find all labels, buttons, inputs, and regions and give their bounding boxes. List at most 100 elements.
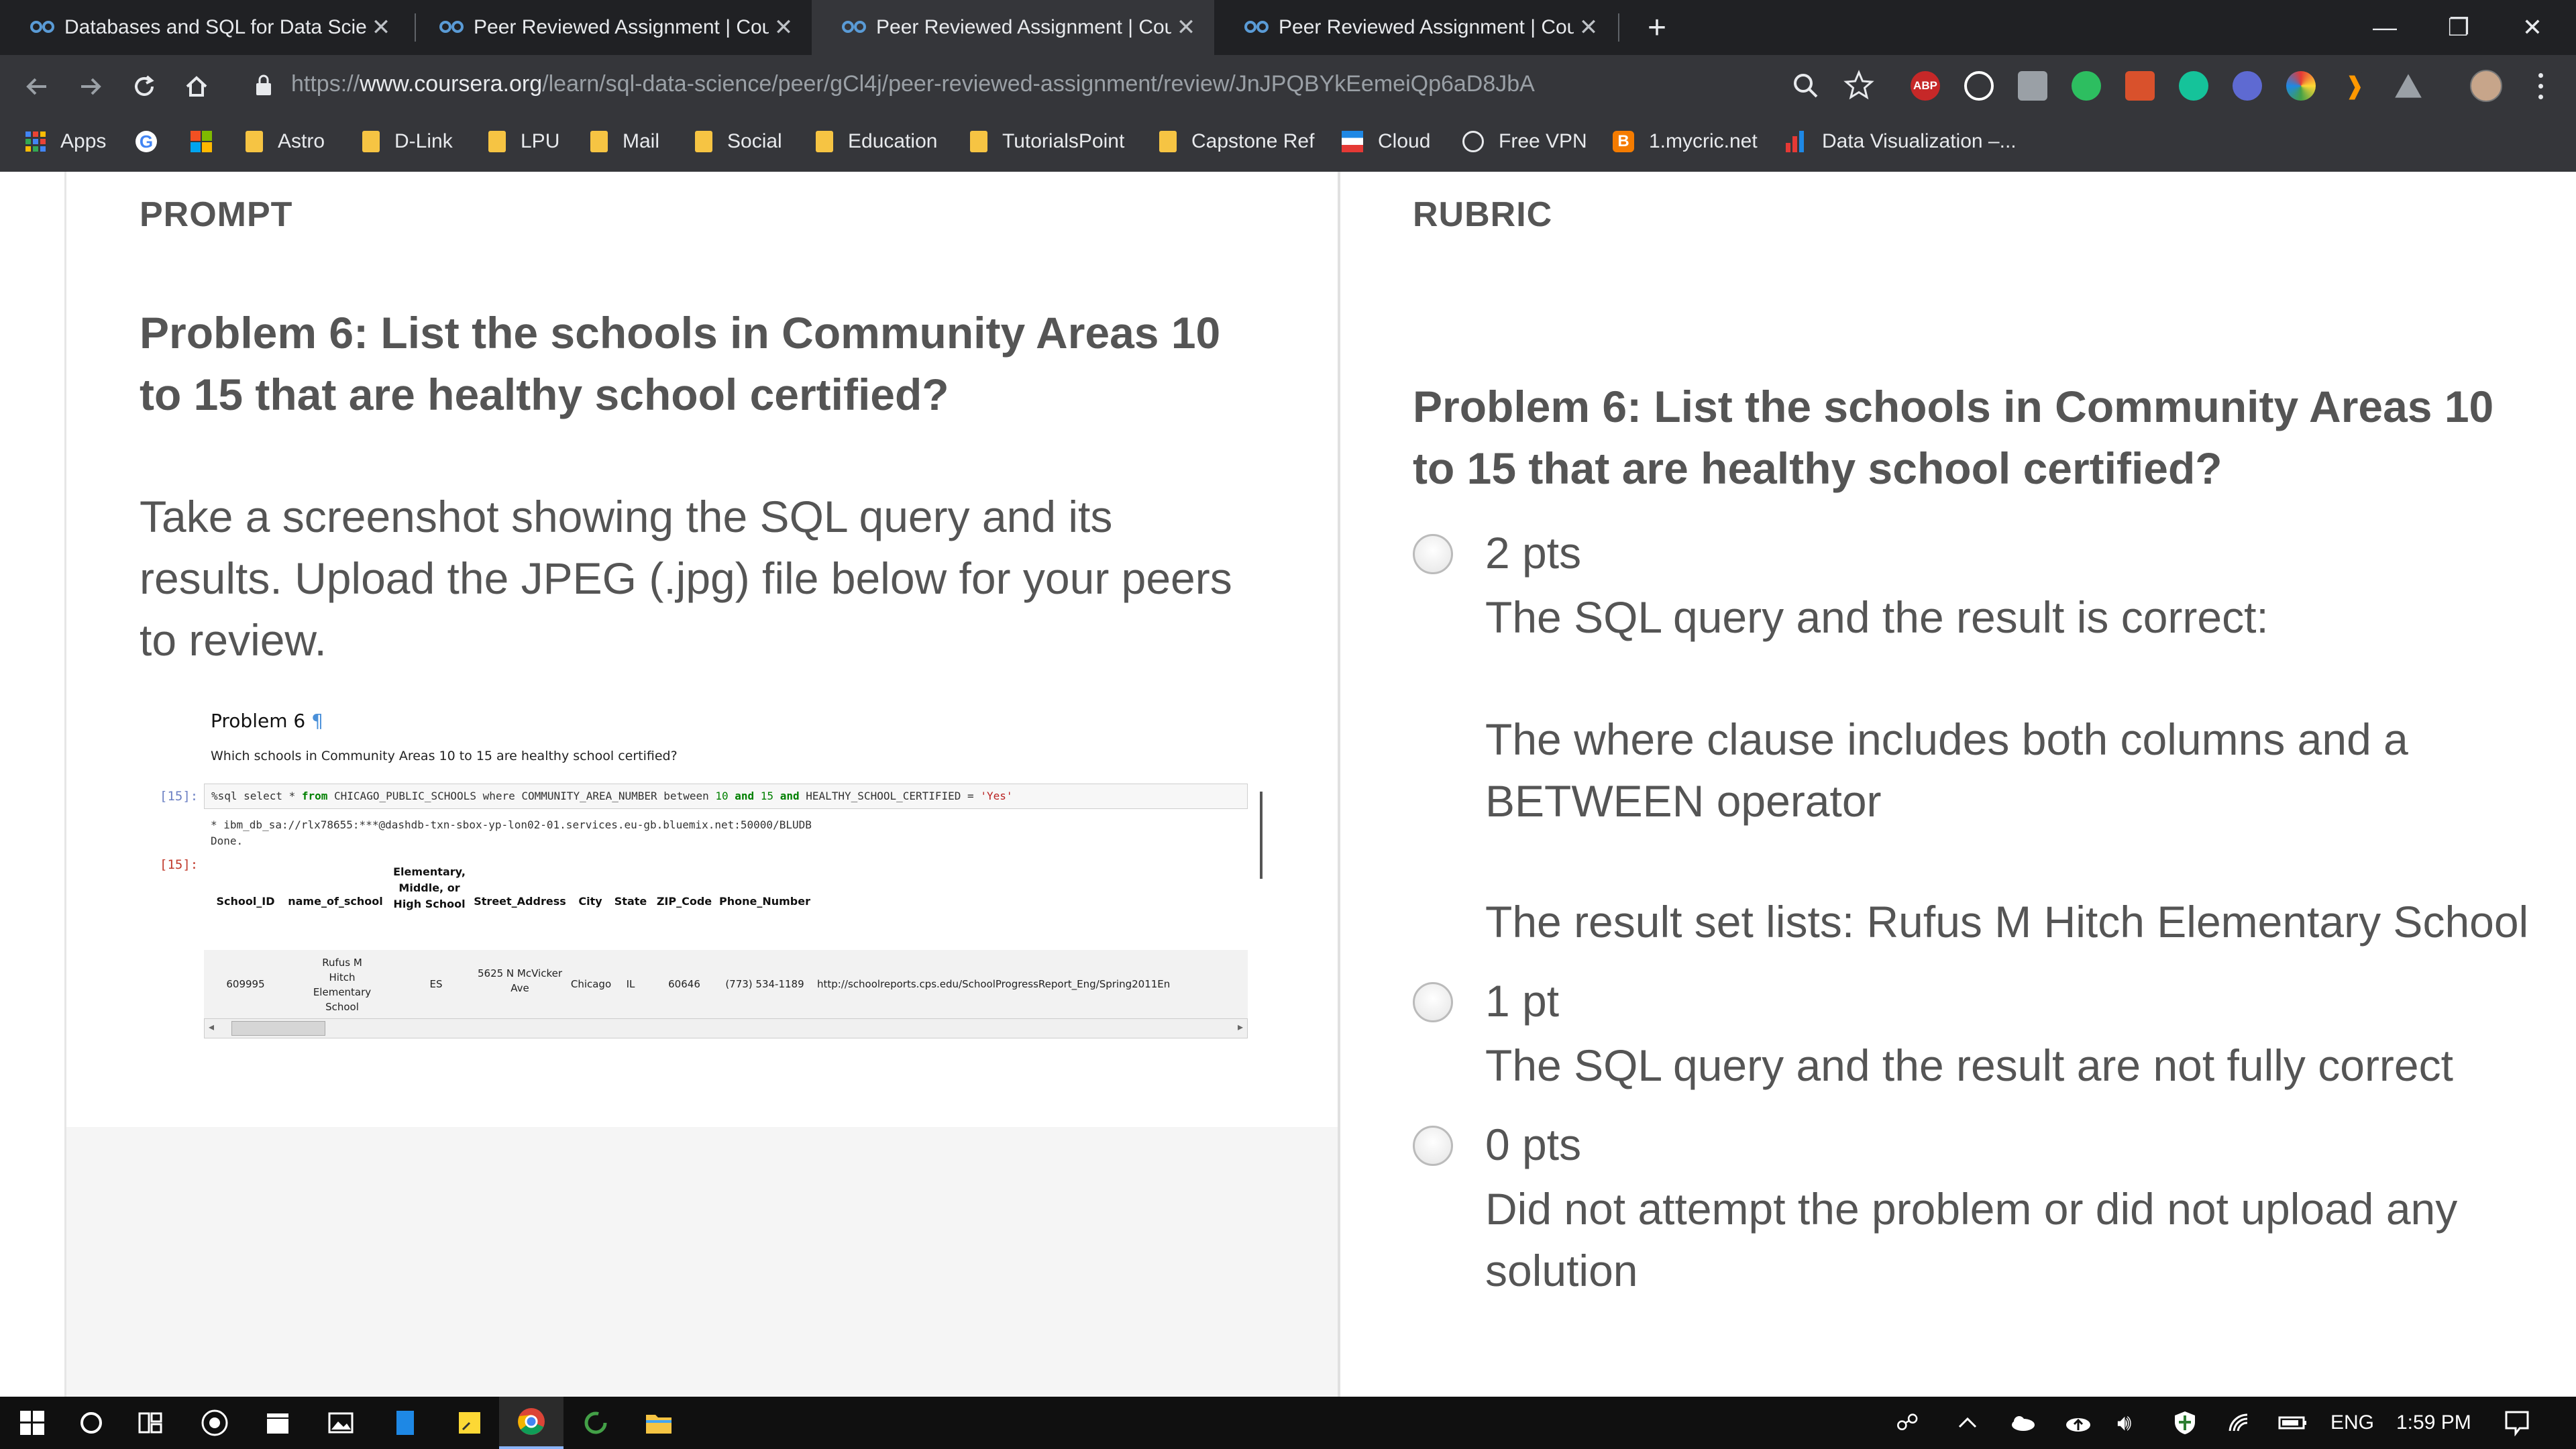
bookmark-microsoft[interactable] [191,125,227,158]
done-output: Done. [211,835,244,847]
taskbar-app-file[interactable] [373,1397,437,1449]
color-picker-icon[interactable] [2286,71,2316,101]
task-view-button[interactable] [118,1397,182,1449]
cell-city: Chicago [570,978,612,990]
coursera-icon [841,16,876,39]
download-extension-icon[interactable] [2233,71,2262,101]
search-button[interactable] [59,1397,123,1449]
column-header: State [614,895,647,908]
bookmark-star-icon[interactable] [1843,70,1874,104]
bookmark-mail[interactable]: Mail [590,125,659,158]
taskbar-app-chrome[interactable] [499,1397,564,1449]
close-icon[interactable]: ✕ [769,14,798,41]
tab-peer-review-3[interactable]: Peer Reviewed Assignment | Cou ✕ [1214,0,1617,55]
show-hidden-icons-chevron[interactable] [1957,1397,1978,1449]
bookmark-label: Mail [623,130,660,152]
taskbar-app-photos[interactable] [309,1397,373,1449]
taskbar-app-ring[interactable] [564,1397,628,1449]
close-icon[interactable]: ✕ [1171,14,1201,41]
cloud-upload-icon[interactable] [2065,1397,2092,1449]
bookmark-lpu[interactable]: LPU [488,125,559,158]
bookmark-tutorialspoint[interactable]: TutorialsPoint [970,125,1124,158]
adblock-icon[interactable]: ABP [1911,71,1940,101]
zoom-search-icon[interactable] [1791,71,1821,104]
windows-logo-icon [20,1411,44,1435]
bookmark-free-vpn[interactable]: Free VPN [1462,125,1587,158]
forward-button[interactable] [67,63,114,110]
blogger-icon: B [1613,131,1634,152]
speed-dial-icon[interactable] [1964,71,1994,101]
start-button[interactable] [0,1397,64,1449]
bookmark-cloud[interactable]: Cloud [1342,125,1430,158]
home-button[interactable] [173,63,220,110]
rubric-option-points: 0 pts [1485,1120,1582,1169]
rubric-heading-line: Problem 6: List the schools in Community… [1413,382,2494,431]
column-header: Elementary, Middle, or High School [393,865,466,910]
rubric-radio-0pts[interactable] [1413,1126,1453,1166]
prompt-heading-line: to 15 that are healthy school certified? [140,370,949,419]
flame-extension-icon[interactable]: ❱ [2340,71,2369,101]
close-icon[interactable]: ✕ [1574,14,1603,41]
rubric-radio-1pt[interactable] [1413,982,1453,1022]
rubric-description-line: BETWEEN operator [1485,776,1882,826]
globe-icon [1462,131,1484,152]
tab-peer-review-2[interactable]: Peer Reviewed Assignment | Cou ✕ [812,0,1214,55]
scrollbar-thumb [231,1021,325,1036]
people-icon[interactable]: ☍ [1896,1397,1919,1449]
rubric-description-line [1485,832,2528,891]
address-bar[interactable]: https://www.coursera.org/learn/sql-data-… [291,71,1535,97]
bookmark-apps[interactable]: Apps [25,125,106,158]
taskbar-app-clapper[interactable] [246,1397,310,1449]
grammarly-icon[interactable] [2179,71,2208,101]
microsoft-icon [191,131,212,152]
prompt-instruction-line: to review. [140,615,327,665]
restore-button[interactable]: ❐ [2422,0,2496,55]
bookmark-data-visualization[interactable]: Data Visualization –... [1786,125,2017,158]
folder-icon [816,131,833,152]
wifi-icon[interactable] [2227,1397,2253,1449]
back-button[interactable] [13,63,60,110]
office-icon[interactable] [2125,71,2155,101]
reload-button[interactable] [121,63,168,110]
clock[interactable]: 1:59 PM [2396,1397,2471,1449]
taskbar-app-sticky-notes[interactable] [437,1397,502,1449]
notification-icon [2505,1411,2529,1436]
new-tab-button[interactable]: + [1637,0,1677,55]
bookmark-d-link[interactable]: D-Link [362,125,453,158]
action-center-button[interactable] [2504,1397,2530,1449]
menu-icon[interactable] [2530,70,2551,102]
tab-databases-sql[interactable]: Databases and SQL for Data Scie ✕ [0,0,409,55]
bar-chart-icon [1786,131,1807,152]
camera-icon[interactable] [2018,71,2047,101]
rubric-radio-2pts[interactable] [1413,534,1453,574]
minimize-button[interactable]: — [2348,0,2422,55]
input-language[interactable]: ENG [2330,1397,2374,1449]
sql-code-cell: %sql select * from CHICAGO_PUBLIC_SCHOOL… [204,784,1248,809]
folder-icon [1159,131,1177,152]
evernote-icon[interactable] [2072,71,2101,101]
bookmark-capstone-ref[interactable]: Capstone Ref [1159,125,1314,158]
bookmark-astro[interactable]: Astro [246,125,325,158]
home-icon [186,76,207,97]
profile-avatar[interactable] [2470,70,2502,102]
tab-title: Peer Reviewed Assignment | Cou [1279,16,1574,38]
close-window-button[interactable]: ✕ [2496,0,2569,55]
cell-school-name: Rufus M Hitch Elementary School [313,957,372,1013]
taskbar-app-file-explorer[interactable] [627,1397,691,1449]
bookmark-google[interactable]: G [136,125,172,158]
close-icon[interactable]: ✕ [366,14,396,41]
bookmark-education[interactable]: Education [816,125,937,158]
forward-arrow-icon [81,78,101,95]
battery-icon[interactable] [2278,1397,2308,1449]
column-header: School_ID [216,895,275,908]
bookmark-social[interactable]: Social [695,125,782,158]
bookmark-mycric[interactable]: B 1.mycric.net [1613,125,1758,158]
table-horizontal-scrollbar: ◂ ▸ [204,1018,1248,1038]
bookmark-label: D-Link [394,130,453,152]
onedrive-icon[interactable] [2008,1397,2035,1449]
security-shield-icon[interactable] [2174,1397,2196,1449]
tab-peer-review-1[interactable]: Peer Reviewed Assignment | Cou ✕ [409,0,812,55]
volume-icon[interactable]: 🔊︎ [2117,1397,2131,1449]
pilcrow-anchor: ¶ [311,710,323,732]
taskbar-app-camera[interactable] [182,1397,247,1449]
